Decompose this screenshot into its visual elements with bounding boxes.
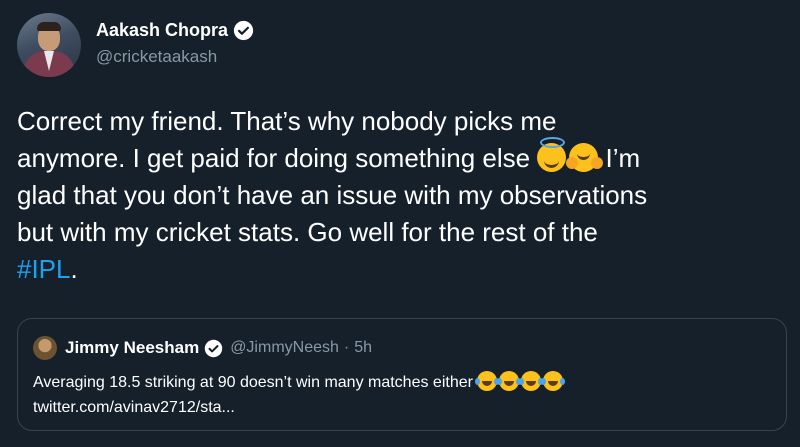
quoted-avatar[interactable] — [33, 336, 57, 360]
tweet-line-text: I’m — [598, 143, 641, 173]
author-avatar[interactable] — [17, 13, 81, 77]
verified-badge-icon — [233, 20, 254, 41]
tweet-line: glad that you don’t have an issue with m… — [17, 180, 648, 210]
author-name-row[interactable]: Aakash Chopra — [96, 20, 254, 41]
quoted-line-text: Averaging 18.5 striking at 90 doesn’t wi… — [33, 374, 478, 391]
hashtag-link[interactable]: #IPL — [17, 254, 71, 284]
quoted-text: Averaging 18.5 striking at 90 doesn’t wi… — [33, 370, 773, 420]
author-handle[interactable]: @cricketaakash — [96, 47, 217, 67]
tweet-line: Correct my friend. That’s why nobody pic… — [17, 106, 557, 136]
tweet-text: Correct my friend. That’s why nobody pic… — [17, 103, 787, 288]
quoted-link[interactable]: twitter.com/avinav2712/sta... — [33, 395, 773, 420]
tweet-line: #IPL. — [17, 251, 787, 288]
tweet-line: but with my cricket stats. Go well for t… — [17, 217, 598, 247]
face-with-tears-of-joy-icon — [541, 371, 564, 391]
face-with-tears-of-joy-icon — [497, 371, 520, 391]
tweet-line: anymore. I get paid for doing something … — [17, 137, 787, 177]
quoted-timestamp[interactable]: 5h — [354, 339, 372, 357]
face-with-tears-of-joy-icon — [519, 371, 542, 391]
hugging-face-icon — [566, 143, 599, 172]
face-with-tears-of-joy-icon — [475, 371, 498, 391]
quoted-author-handle[interactable]: @JimmyNeesh — [230, 339, 339, 357]
quoted-author-name[interactable]: Jimmy Neesham — [65, 338, 199, 358]
tweet-line-text: . — [70, 254, 78, 284]
author-name[interactable]: Aakash Chopra — [96, 20, 228, 41]
quoted-header: Jimmy Neesham @JimmyNeesh · 5h — [33, 336, 372, 360]
quoted-tweet[interactable]: Jimmy Neesham @JimmyNeesh · 5h Averaging… — [17, 318, 787, 431]
verified-badge-icon — [204, 339, 223, 357]
quoted-separator: · — [343, 339, 350, 356]
smiling-face-with-halo-icon — [537, 137, 567, 172]
quoted-line: Averaging 18.5 striking at 90 doesn’t wi… — [33, 370, 773, 395]
tweet-line-text: anymore. I get paid for doing something … — [17, 143, 538, 173]
